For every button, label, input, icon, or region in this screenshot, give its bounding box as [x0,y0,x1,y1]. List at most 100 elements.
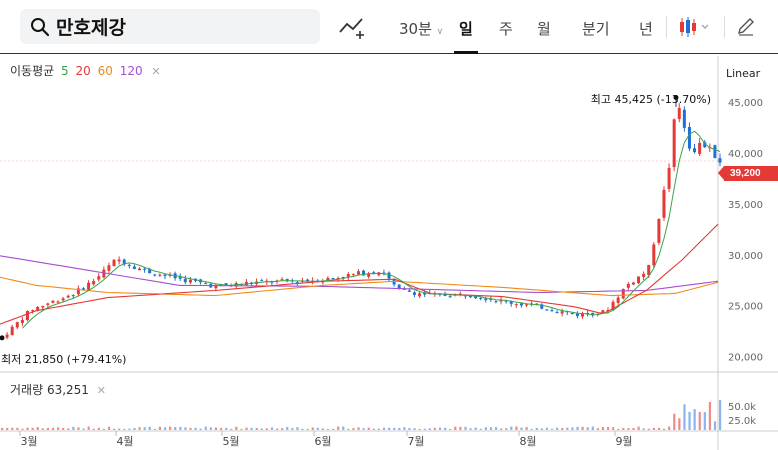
volume-bar [245,427,248,430]
volume-legend: 거래량 63,251 ✕ [10,381,106,398]
candle-body [718,158,722,163]
candle-body [657,218,661,243]
volume-bar [591,426,594,430]
volume-bar [393,427,396,430]
candle-body [387,272,391,279]
volume-bar [596,428,599,430]
volume-bar [306,428,309,430]
volume-bar [250,427,253,430]
volume-bar [57,427,60,430]
candle-body [356,271,360,275]
scale-mode-button[interactable]: Linear [726,67,760,80]
candle-body [570,312,574,315]
candle-body [132,266,136,269]
volume-bar [113,428,116,430]
candle-body [15,322,19,328]
volume-bar [637,426,640,430]
ma-5-label: 5 [61,64,69,78]
candle-body [672,119,676,168]
candle-body [560,311,564,314]
close-icon[interactable]: ✕ [97,384,106,397]
volume-bar [489,427,493,430]
candle-body [346,274,350,277]
volume-bar [622,427,625,430]
volume-bar [382,427,386,430]
volume-bar [550,428,554,430]
volume-bar [194,427,197,430]
volume-bar [67,428,70,430]
candle-body [351,273,355,275]
volume-bar [291,428,294,430]
volume-bar [479,428,482,430]
candle-body [647,265,651,275]
volume-bar [576,426,579,430]
volume-bar [505,428,508,430]
volume-bar [138,427,141,430]
volume-bar [362,428,365,430]
volume-bar [693,409,696,430]
candle-body [626,283,630,288]
volume-bar [107,426,111,430]
volume-bar [128,428,131,430]
low-annotation: 최저 21,850 (+79.41%) [1,353,126,366]
candle-body [575,313,579,317]
volume-bar [642,428,645,430]
moving-average-legend: 이동평균 5 20 60 120 ✕ [10,62,164,79]
volume-bar [571,427,574,430]
candle-body [56,301,60,303]
candle-body [66,295,70,298]
volume-bar [474,427,477,430]
x-tick-label: 4월 [116,435,133,448]
volume-bar [46,427,50,430]
volume-bar [102,428,106,430]
volume-bar [438,427,442,430]
candle-body [20,319,24,324]
x-tick-label: 6월 [314,435,331,448]
candle-body [5,334,9,338]
volume-bar [148,426,151,430]
candle-body [407,290,411,292]
volume-bar [530,428,533,430]
candle-body [51,300,55,303]
candle-body [10,326,14,336]
candle-body [484,298,488,301]
candle-body [204,283,208,285]
volume-bar [540,428,543,430]
volume-bar [270,427,274,430]
volume-bar [51,427,55,430]
volume-bar [388,427,391,430]
x-tick-label: 5월 [222,435,239,448]
volume-bar [617,428,620,430]
volume-bar [647,428,650,430]
volume-bar [449,428,452,430]
volume-bar [169,426,172,430]
volume-bar [510,426,513,430]
volume-bar [423,428,426,430]
volume-bar [184,427,187,430]
volume-bar [657,427,661,430]
volume-bar [494,427,498,430]
candle-body [682,109,686,128]
volume-bar [520,427,523,430]
candles-group [0,103,722,340]
candle-body [667,167,671,189]
volume-bar [82,428,85,430]
candle-body [92,281,96,285]
volume-bar [683,404,686,430]
volume-bar [525,427,528,430]
y-tick-label: 35,000 [728,200,763,211]
candle-body [41,305,45,308]
volume-bar [601,427,605,430]
candle-body [494,301,498,303]
volume-title: 거래량 [10,383,44,397]
close-icon[interactable]: ✕ [151,65,160,78]
volume-bar [535,427,538,430]
volume-bar [240,428,243,430]
current-price-badge: 39,200 [718,166,778,181]
volume-bar [225,427,228,430]
volume-bar [515,426,518,430]
candle-body [545,309,549,311]
candle-body [550,310,554,312]
volume-bar [158,426,162,430]
candle-body [412,292,416,295]
